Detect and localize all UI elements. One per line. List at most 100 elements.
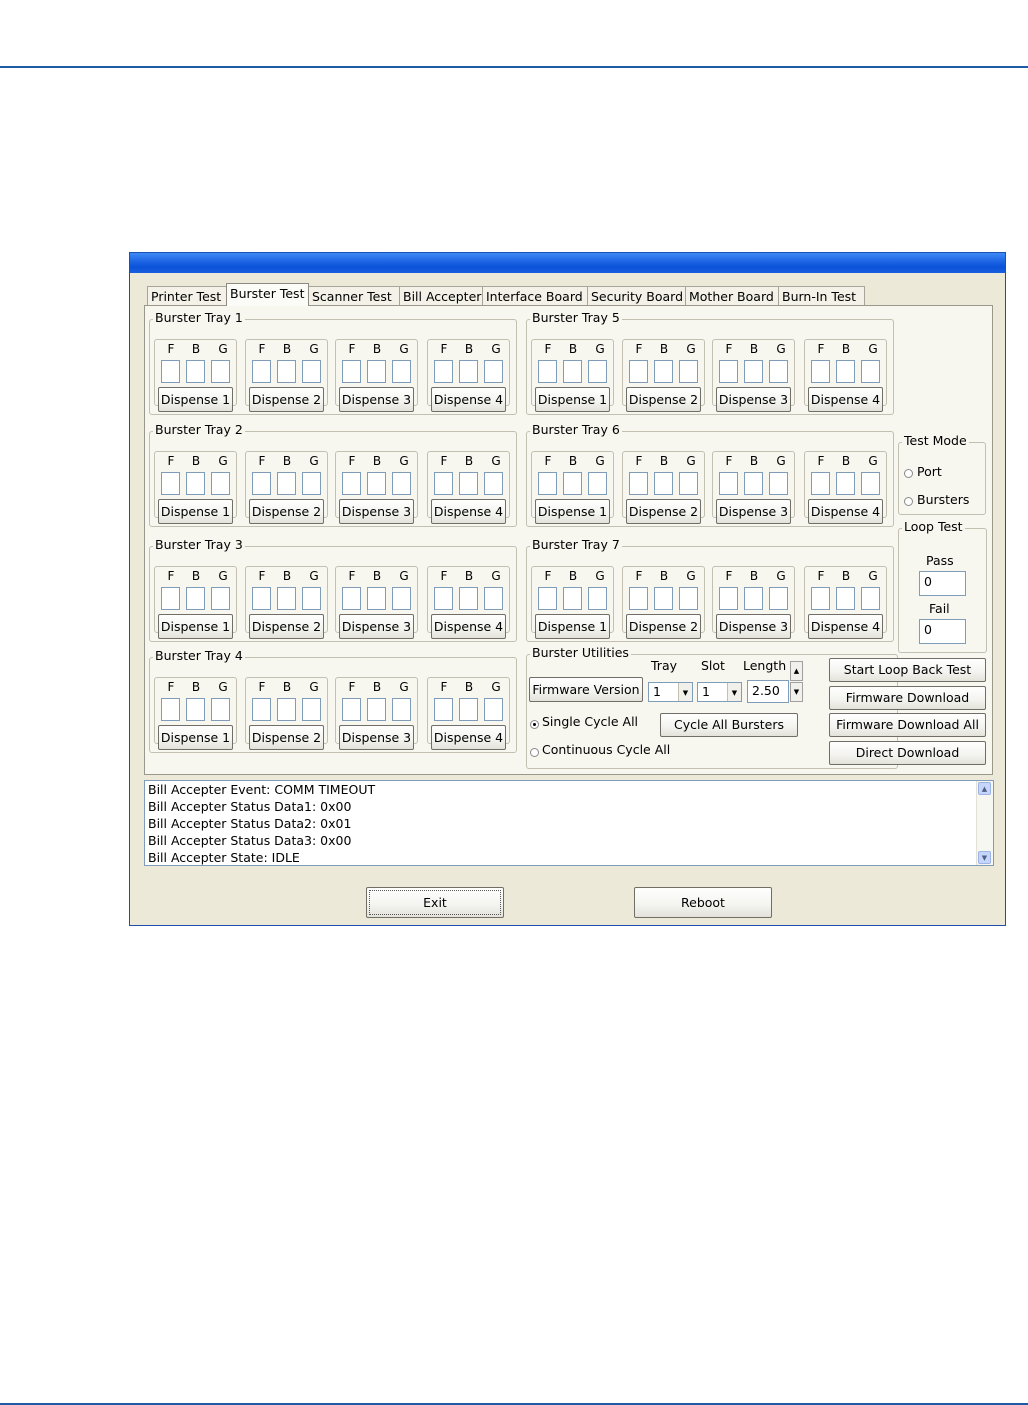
slot-select[interactable]: 1 ▼ [697, 682, 742, 702]
dispense-button[interactable]: Dispense 3 [716, 499, 791, 524]
dispense-button[interactable]: Dispense 1 [158, 387, 233, 412]
single-cycle-radio[interactable] [530, 720, 539, 729]
event-log[interactable]: Bill Accepter Event: COMM TIMEOUT Bill A… [144, 780, 994, 866]
dispense-button[interactable]: Dispense 4 [808, 614, 883, 639]
slot-label-g: G [686, 454, 696, 468]
sensor-box-g [392, 587, 411, 610]
dispense-button[interactable]: Dispense 2 [249, 614, 324, 639]
tray-group: Burster Tray 4 F B G Dispense 1 F B G Dispense … [149, 648, 517, 753]
sensor-box-b [277, 587, 296, 610]
slot-label-g: G [491, 342, 501, 356]
tray-select-value: 1 [653, 684, 661, 699]
firmware-download-button[interactable]: Firmware Download [829, 686, 986, 710]
dispense-button[interactable]: Dispense 2 [249, 387, 324, 412]
tab-printer-test[interactable]: Printer Test [147, 286, 227, 305]
test-mode-bursters-radio[interactable] [904, 497, 913, 506]
slot-label-b: B [282, 342, 292, 356]
slot-label-b: B [749, 342, 759, 356]
dispense-button[interactable]: Dispense 4 [808, 499, 883, 524]
continuous-cycle-radio[interactable] [530, 748, 539, 757]
log-scrollbar[interactable]: ▲ ▼ [976, 781, 993, 865]
slot-label-b: B [464, 454, 474, 468]
test-mode-port-radio[interactable] [904, 469, 913, 478]
sensor-box-f [719, 360, 738, 383]
sensor-box-f [434, 472, 453, 495]
start-loop-back-test-button[interactable]: Start Loop Back Test [829, 658, 986, 682]
tab-mother-board[interactable]: Mother Board [685, 286, 779, 305]
utilities-title: Burster Utilities [530, 645, 631, 660]
dispense-button[interactable]: Dispense 1 [535, 614, 610, 639]
sensor-box-g [588, 472, 607, 495]
slot-label-b: B [464, 680, 474, 694]
sensor-box-g [302, 360, 321, 383]
slot-label-g: G [868, 454, 878, 468]
exit-button[interactable]: Exit [366, 887, 504, 918]
tab-burster-test[interactable]: Burster Test [226, 283, 309, 306]
test-mode-bursters-label: Bursters [917, 492, 970, 507]
scroll-up-icon[interactable]: ▲ [978, 782, 991, 795]
reboot-button[interactable]: Reboot [634, 887, 772, 918]
dispense-button[interactable]: Dispense 1 [535, 499, 610, 524]
dispense-button[interactable]: Dispense 2 [626, 499, 701, 524]
tray-select[interactable]: 1 ▼ [648, 682, 693, 702]
title-bar[interactable] [130, 253, 1005, 273]
dispense-button[interactable]: Dispense 1 [158, 499, 233, 524]
dispense-button[interactable]: Dispense 3 [339, 725, 414, 750]
dispense-button[interactable]: Dispense 3 [339, 499, 414, 524]
direct-download-button[interactable]: Direct Download [829, 741, 986, 765]
cycle-all-bursters-button[interactable]: Cycle All Bursters [660, 713, 798, 737]
scroll-down-icon[interactable]: ▼ [978, 851, 991, 864]
dispense-button[interactable]: Dispense 3 [339, 387, 414, 412]
dispense-button[interactable]: Dispense 2 [626, 387, 701, 412]
dispense-button[interactable]: Dispense 2 [249, 725, 324, 750]
chevron-down-icon[interactable]: ▼ [727, 683, 741, 701]
dispense-button[interactable]: Dispense 1 [158, 725, 233, 750]
tab-burn-in-test[interactable]: Burn-In Test [778, 286, 865, 305]
slot-label-f: F [635, 454, 643, 468]
dispense-slot: F B G Dispense 4 [427, 566, 510, 639]
dispense-slot: F B G Dispense 2 [245, 677, 328, 750]
spin-down-icon[interactable]: ▼ [790, 682, 803, 702]
dispense-button[interactable]: Dispense 4 [808, 387, 883, 412]
tab-bill-accepter[interactable]: Bill Accepter [399, 286, 483, 305]
firmware-version-button[interactable]: Firmware Version [529, 677, 643, 702]
dispense-button[interactable]: Dispense 1 [535, 387, 610, 412]
dispense-button[interactable]: Dispense 4 [431, 614, 506, 639]
slot-label-b: B [749, 569, 759, 583]
sensor-box-g [484, 360, 503, 383]
sensor-box-b [744, 360, 763, 383]
dispense-button[interactable]: Dispense 4 [431, 387, 506, 412]
tab-interface-board[interactable]: Interface Board [482, 286, 588, 305]
dispense-button[interactable]: Dispense 4 [431, 725, 506, 750]
dispense-slot: F B G Dispense 2 [622, 339, 705, 412]
dispense-button[interactable]: Dispense 3 [339, 614, 414, 639]
dispense-button[interactable]: Dispense 1 [158, 614, 233, 639]
slot-label-b: B [464, 569, 474, 583]
length-field[interactable]: 2.50 [747, 680, 789, 703]
sensor-box-f [342, 698, 361, 721]
tray-title: Burster Tray 4 [153, 648, 245, 663]
sensor-box-b [367, 587, 386, 610]
sensor-box-b [186, 698, 205, 721]
spin-up-icon[interactable]: ▲ [790, 661, 803, 681]
dispense-button[interactable]: Dispense 3 [716, 387, 791, 412]
firmware-download-all-button[interactable]: Firmware Download All [829, 713, 986, 737]
chevron-down-icon[interactable]: ▼ [678, 683, 692, 701]
tab-scanner-test[interactable]: Scanner Test [308, 286, 400, 305]
dispense-slot: F B G Dispense 4 [427, 451, 510, 524]
dispense-button[interactable]: Dispense 4 [431, 499, 506, 524]
dispense-button[interactable]: Dispense 2 [249, 499, 324, 524]
slot-label-b: B [191, 342, 201, 356]
test-mode-title: Test Mode [902, 433, 969, 448]
sensor-box-b [563, 472, 582, 495]
dispense-slot: F B G Dispense 4 [427, 339, 510, 412]
sensor-box-b [277, 360, 296, 383]
loop-pass-field[interactable]: 0 [919, 571, 966, 596]
dispense-button[interactable]: Dispense 3 [716, 614, 791, 639]
dispense-button[interactable]: Dispense 2 [626, 614, 701, 639]
sensor-box-b [459, 587, 478, 610]
tab-security-board[interactable]: Security Board [587, 286, 686, 305]
log-line: Bill Accepter Status Data2: 0x01 [148, 816, 352, 831]
sensor-box-b [654, 472, 673, 495]
loop-fail-field[interactable]: 0 [919, 619, 966, 644]
